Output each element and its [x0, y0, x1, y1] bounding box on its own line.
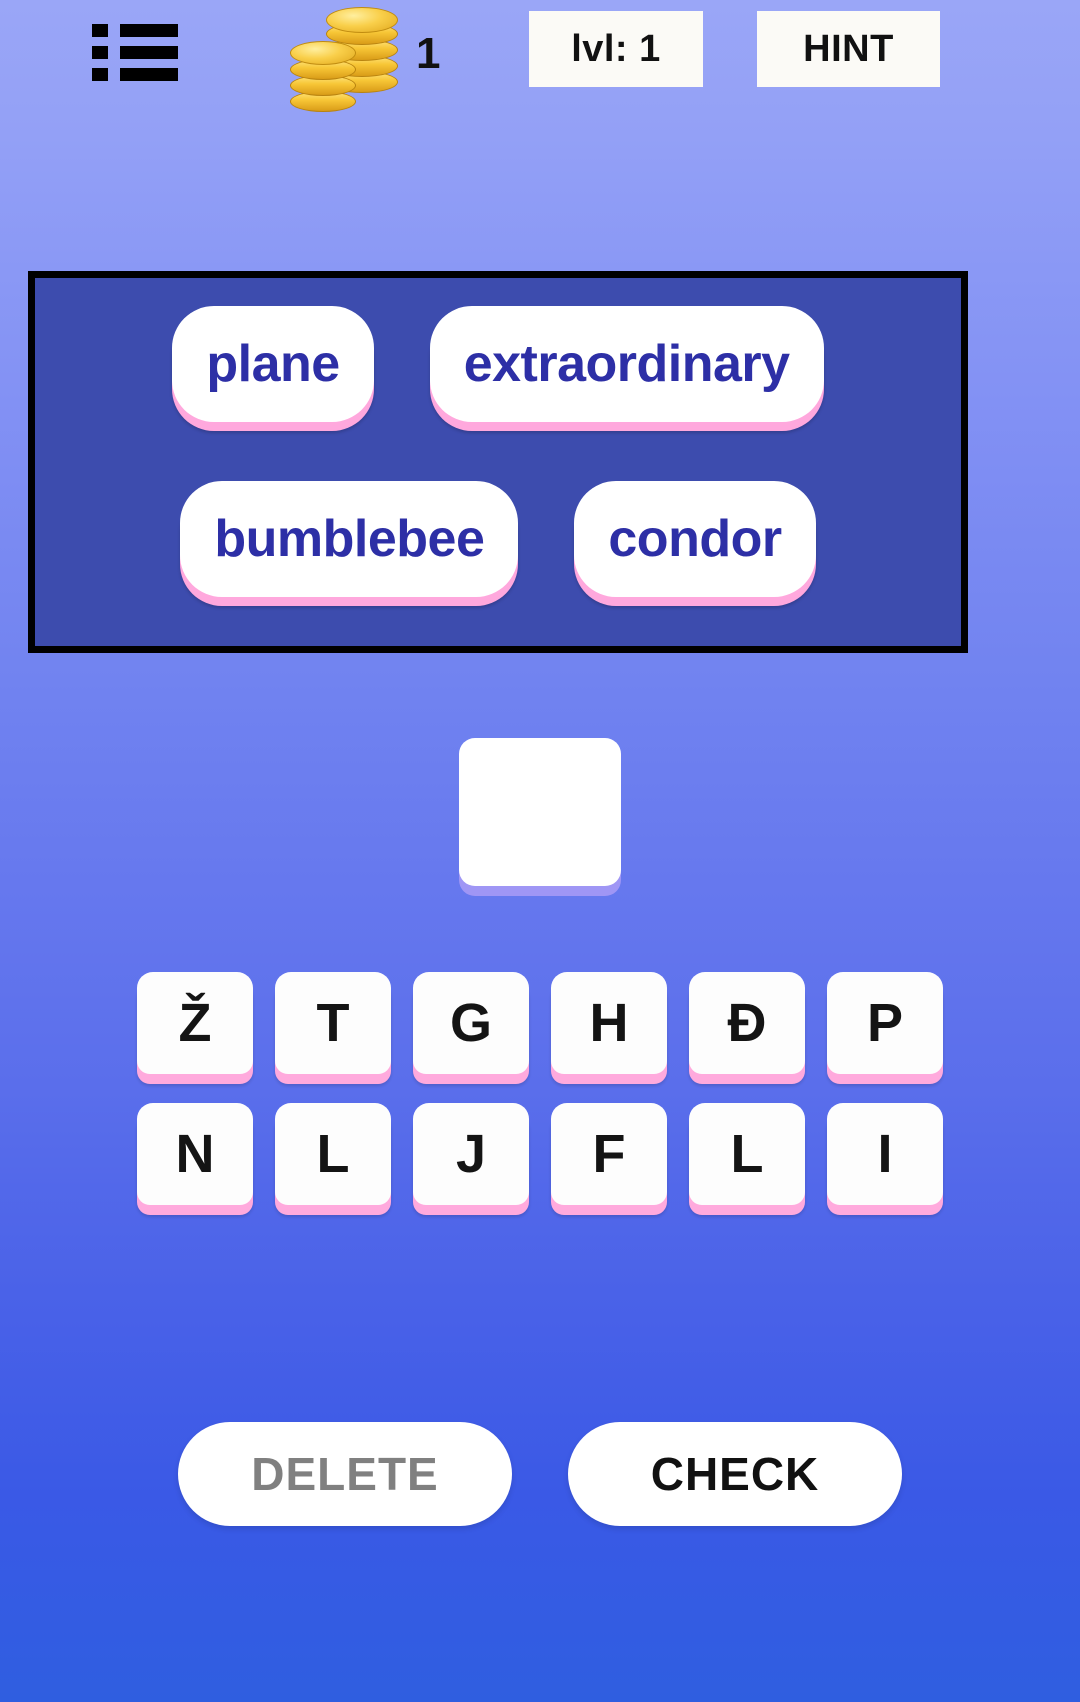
game-screen: 1 lvl: 1 HINT plane extraordinary bumble…: [0, 0, 1080, 1702]
top-bar: 1 lvl: 1 HINT: [0, 0, 1080, 112]
answer-slots: [0, 738, 1080, 886]
word-choices-panel: plane extraordinary bumblebee condor: [28, 271, 968, 653]
key-h[interactable]: H: [551, 972, 667, 1074]
keyboard-row: N L J F L I: [0, 1103, 1080, 1205]
answer-slot[interactable]: [459, 738, 621, 886]
delete-button[interactable]: DELETE: [178, 1422, 512, 1526]
key-f[interactable]: F: [551, 1103, 667, 1205]
level-indicator[interactable]: lvl: 1: [529, 11, 703, 87]
hamburger-menu-icon[interactable]: [92, 22, 178, 82]
menu-bullet: [92, 46, 108, 59]
word-row: bumblebee condor: [35, 481, 961, 597]
key-t[interactable]: T: [275, 972, 391, 1074]
key-g[interactable]: G: [413, 972, 529, 1074]
word-option-plane[interactable]: plane: [172, 306, 374, 422]
check-button[interactable]: CHECK: [568, 1422, 902, 1526]
word-option-label: bumblebee: [214, 510, 485, 568]
coin-count-label: 1: [416, 29, 441, 78]
coin-counter[interactable]: 1: [286, 4, 441, 112]
key-z-caron[interactable]: Ž: [137, 972, 253, 1074]
menu-bullet: [92, 24, 108, 37]
letter-keyboard: Ž T G H Đ P N L J F L I: [0, 972, 1080, 1234]
word-option-label: condor: [608, 510, 782, 568]
key-i[interactable]: I: [827, 1103, 943, 1205]
key-n[interactable]: N: [137, 1103, 253, 1205]
keyboard-row: Ž T G H Đ P: [0, 972, 1080, 1074]
action-buttons: DELETE CHECK: [0, 1422, 1080, 1526]
word-option-extraordinary[interactable]: extraordinary: [429, 306, 824, 422]
word-option-condor[interactable]: condor: [574, 481, 816, 597]
menu-line: [120, 24, 178, 37]
word-option-label: extraordinary: [463, 335, 790, 393]
menu-bullet: [92, 68, 108, 81]
key-l-2[interactable]: L: [689, 1103, 805, 1205]
menu-line: [120, 68, 178, 81]
key-l-1[interactable]: L: [275, 1103, 391, 1205]
menu-line: [120, 46, 178, 59]
word-option-bumblebee[interactable]: bumblebee: [180, 481, 519, 597]
word-row: plane extraordinary: [35, 306, 961, 422]
key-p[interactable]: P: [827, 972, 943, 1074]
hint-button[interactable]: HINT: [757, 11, 940, 87]
key-d-stroke[interactable]: Đ: [689, 972, 805, 1074]
coin-stack-icon: [286, 5, 404, 112]
word-option-label: plane: [206, 335, 340, 393]
key-j[interactable]: J: [413, 1103, 529, 1205]
